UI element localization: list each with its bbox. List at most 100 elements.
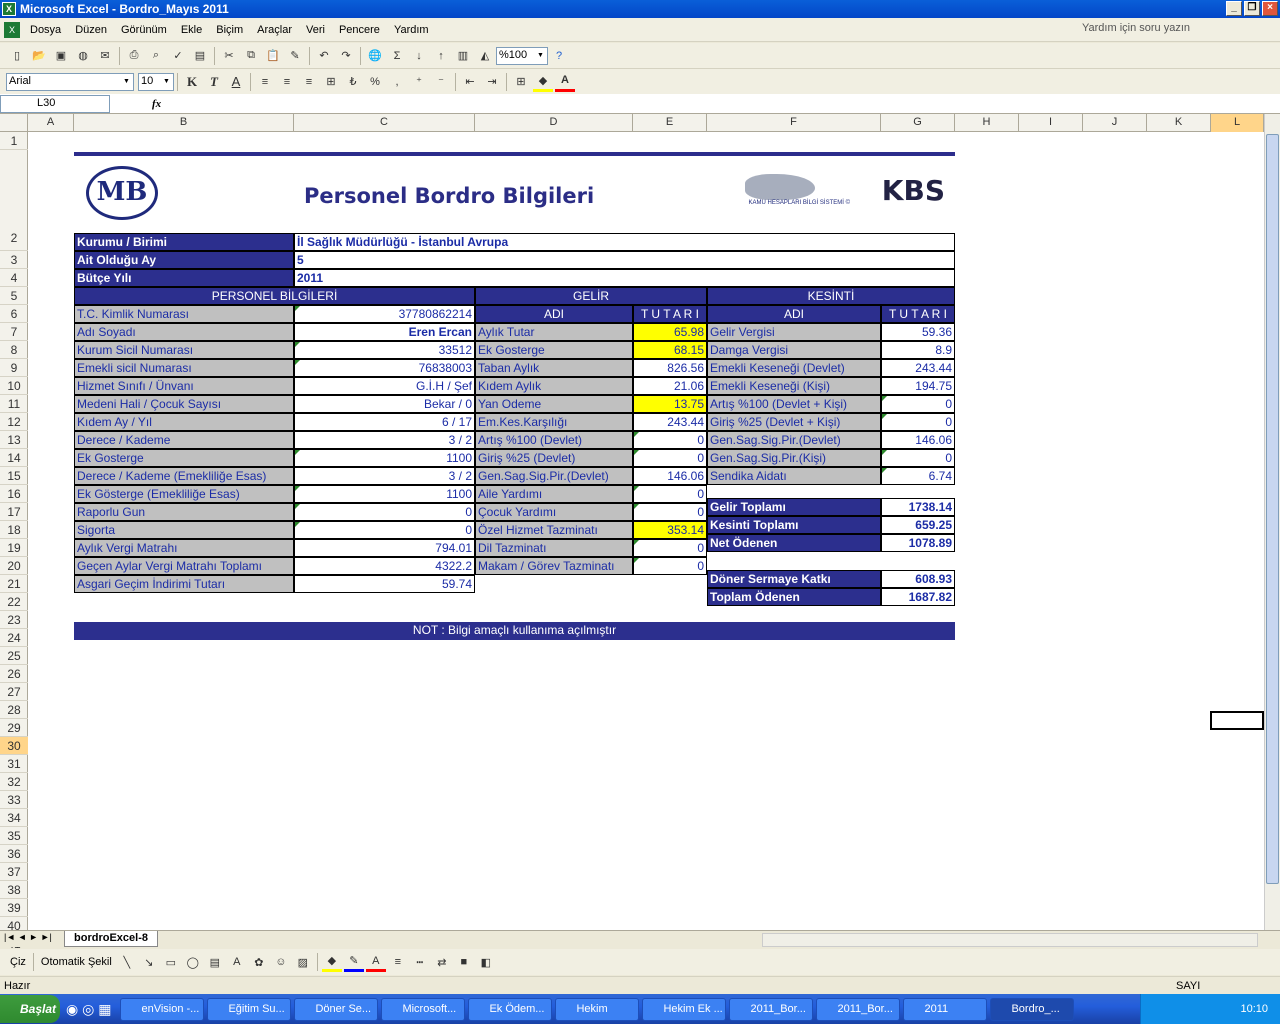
cut-icon[interactable]: ✂ [219, 46, 239, 66]
col-header-h[interactable]: H [955, 114, 1019, 132]
autosum-icon[interactable]: Σ [387, 46, 407, 66]
row-header-26[interactable]: 26 [0, 665, 28, 683]
research-icon[interactable]: ▤ [190, 46, 210, 66]
personel-value[interactable]: 1100 [294, 485, 475, 503]
taskbar-item[interactable]: Bordro_... [990, 997, 1075, 1021]
arrow-icon[interactable]: ↘ [139, 952, 159, 972]
personel-value[interactable]: 59.74 [294, 575, 475, 593]
col-header-l[interactable]: L [1211, 114, 1264, 132]
chart-icon[interactable]: ▥ [453, 46, 473, 66]
font-color-icon[interactable]: A [365, 952, 386, 972]
redo-icon[interactable]: ↷ [336, 46, 356, 66]
kesinti-value[interactable]: 59.36 [881, 323, 955, 341]
shadow-icon[interactable]: ■ [454, 952, 474, 972]
scroll-thumb[interactable] [1266, 134, 1279, 884]
gelir-value[interactable]: 0 [633, 539, 707, 557]
row-header-20[interactable]: 20 [0, 557, 28, 575]
row-header-22[interactable]: 22 [0, 593, 28, 611]
row-header-29[interactable]: 29 [0, 719, 28, 737]
kurum-value[interactable]: İl Sağlık Müdürlüğü - İstanbul Avrupa [294, 233, 955, 251]
save-icon[interactable]: ▣ [51, 46, 71, 66]
gelir-value[interactable]: 68.15 [633, 341, 707, 359]
gelir-value[interactable]: 0 [633, 557, 707, 575]
col-header-i[interactable]: I [1019, 114, 1083, 132]
function-icon[interactable]: fx [152, 98, 161, 110]
row-header-18[interactable]: 18 [0, 521, 28, 539]
picture-icon[interactable]: ▨ [293, 952, 313, 972]
outdent-icon[interactable]: ⇤ [460, 72, 480, 92]
drawing-icon[interactable]: ◭ [475, 46, 495, 66]
personel-value[interactable]: 1100 [294, 449, 475, 467]
ay-value[interactable]: 5 [294, 251, 955, 269]
menu-bicim[interactable]: Biçim [209, 24, 250, 36]
row-header-32[interactable]: 32 [0, 773, 28, 791]
diagram-icon[interactable]: ✿ [249, 952, 269, 972]
kesinti-toplami-value[interactable]: 659.25 [881, 516, 955, 534]
oval-icon[interactable]: ◯ [183, 952, 203, 972]
kesinti-value[interactable]: 6.74 [881, 467, 955, 485]
net-odenen-value[interactable]: 1078.89 [881, 534, 955, 552]
row-header-7[interactable]: 7 [0, 323, 28, 341]
personel-value[interactable]: G.İ.H / Şef [294, 377, 475, 395]
gelir-value[interactable]: 243.44 [633, 413, 707, 431]
gelir-value[interactable]: 0 [633, 503, 707, 521]
arrow-style-icon[interactable]: ⇄ [432, 952, 452, 972]
row-header-23[interactable]: 23 [0, 611, 28, 629]
row-header-6[interactable]: 6 [0, 305, 28, 323]
taskbar-item[interactable]: 2011_Bor... [816, 997, 901, 1021]
increase-decimal-icon[interactable]: ⁺ [409, 72, 429, 92]
wordart-icon[interactable]: A [227, 952, 247, 972]
gelir-value[interactable]: 826.56 [633, 359, 707, 377]
underline-button[interactable]: A [226, 72, 246, 92]
row-header-39[interactable]: 39 [0, 899, 28, 917]
name-box[interactable]: L30 [0, 94, 110, 113]
taskbar-item[interactable]: Microsoft... [381, 997, 466, 1021]
gelir-value[interactable]: 353.14 [633, 521, 707, 539]
tab-nav-icon[interactable]: |◄ ◄ ► ►| [4, 932, 52, 942]
col-header-k[interactable]: K [1147, 114, 1211, 132]
borders-icon[interactable]: ⊞ [511, 72, 531, 92]
row-header-12[interactable]: 12 [0, 413, 28, 431]
3d-icon[interactable]: ◧ [476, 952, 496, 972]
close-button[interactable]: × [1262, 1, 1278, 16]
row-header-5[interactable]: 5 [0, 287, 28, 305]
row-header-21[interactable]: 21 [0, 575, 28, 593]
col-header-a[interactable]: A [28, 114, 74, 132]
selected-cell[interactable] [1210, 711, 1264, 730]
menu-duzen[interactable]: Düzen [68, 24, 114, 36]
print-preview-icon[interactable]: ⌕ [146, 46, 166, 66]
kesinti-value[interactable]: 146.06 [881, 431, 955, 449]
row-header-19[interactable]: 19 [0, 539, 28, 557]
personel-value[interactable]: 76838003 [294, 359, 475, 377]
gelir-value[interactable]: 0 [633, 485, 707, 503]
row-header-33[interactable]: 33 [0, 791, 28, 809]
row-header-24[interactable]: 24 [0, 629, 28, 647]
copy-icon[interactable]: ⧉ [241, 46, 261, 66]
worksheet-grid[interactable]: MB Personel Bordro Bilgileri KAMU HESAPL… [28, 132, 1264, 930]
row-header-27[interactable]: 27 [0, 683, 28, 701]
personel-value[interactable]: Bekar / 0 [294, 395, 475, 413]
taskbar-item[interactable]: 2011_Bor... [729, 997, 814, 1021]
gelir-toplami-value[interactable]: 1738.14 [881, 498, 955, 516]
fill-color-icon[interactable]: ◆ [533, 72, 553, 92]
restore-button[interactable]: ❐ [1244, 1, 1260, 16]
toplam-odenen-value[interactable]: 1687.82 [881, 588, 955, 606]
start-button[interactable]: Başlat [0, 995, 60, 1023]
personel-value[interactable]: Eren Ercan [294, 323, 475, 341]
menu-pencere[interactable]: Pencere [332, 24, 387, 36]
textbox-icon[interactable]: ▤ [205, 952, 225, 972]
indent-icon[interactable]: ⇥ [482, 72, 502, 92]
row-header-13[interactable]: 13 [0, 431, 28, 449]
currency-icon[interactable]: ₺ [343, 72, 363, 92]
row-header-31[interactable]: 31 [0, 755, 28, 773]
kesinti-value[interactable]: 0 [881, 413, 955, 431]
horizontal-scrollbar[interactable] [762, 933, 1258, 947]
font-color-icon[interactable]: A [555, 72, 575, 92]
taskbar-item[interactable]: 2011 [903, 997, 988, 1021]
font-select[interactable]: Arial ▼ [6, 72, 134, 91]
taskbar-item[interactable]: Hekim Ek ... [642, 997, 727, 1021]
row-header-4[interactable]: 4 [0, 269, 28, 287]
col-header-g[interactable]: G [881, 114, 955, 132]
gelir-value[interactable]: 21.06 [633, 377, 707, 395]
gelir-value[interactable]: 13.75 [633, 395, 707, 413]
